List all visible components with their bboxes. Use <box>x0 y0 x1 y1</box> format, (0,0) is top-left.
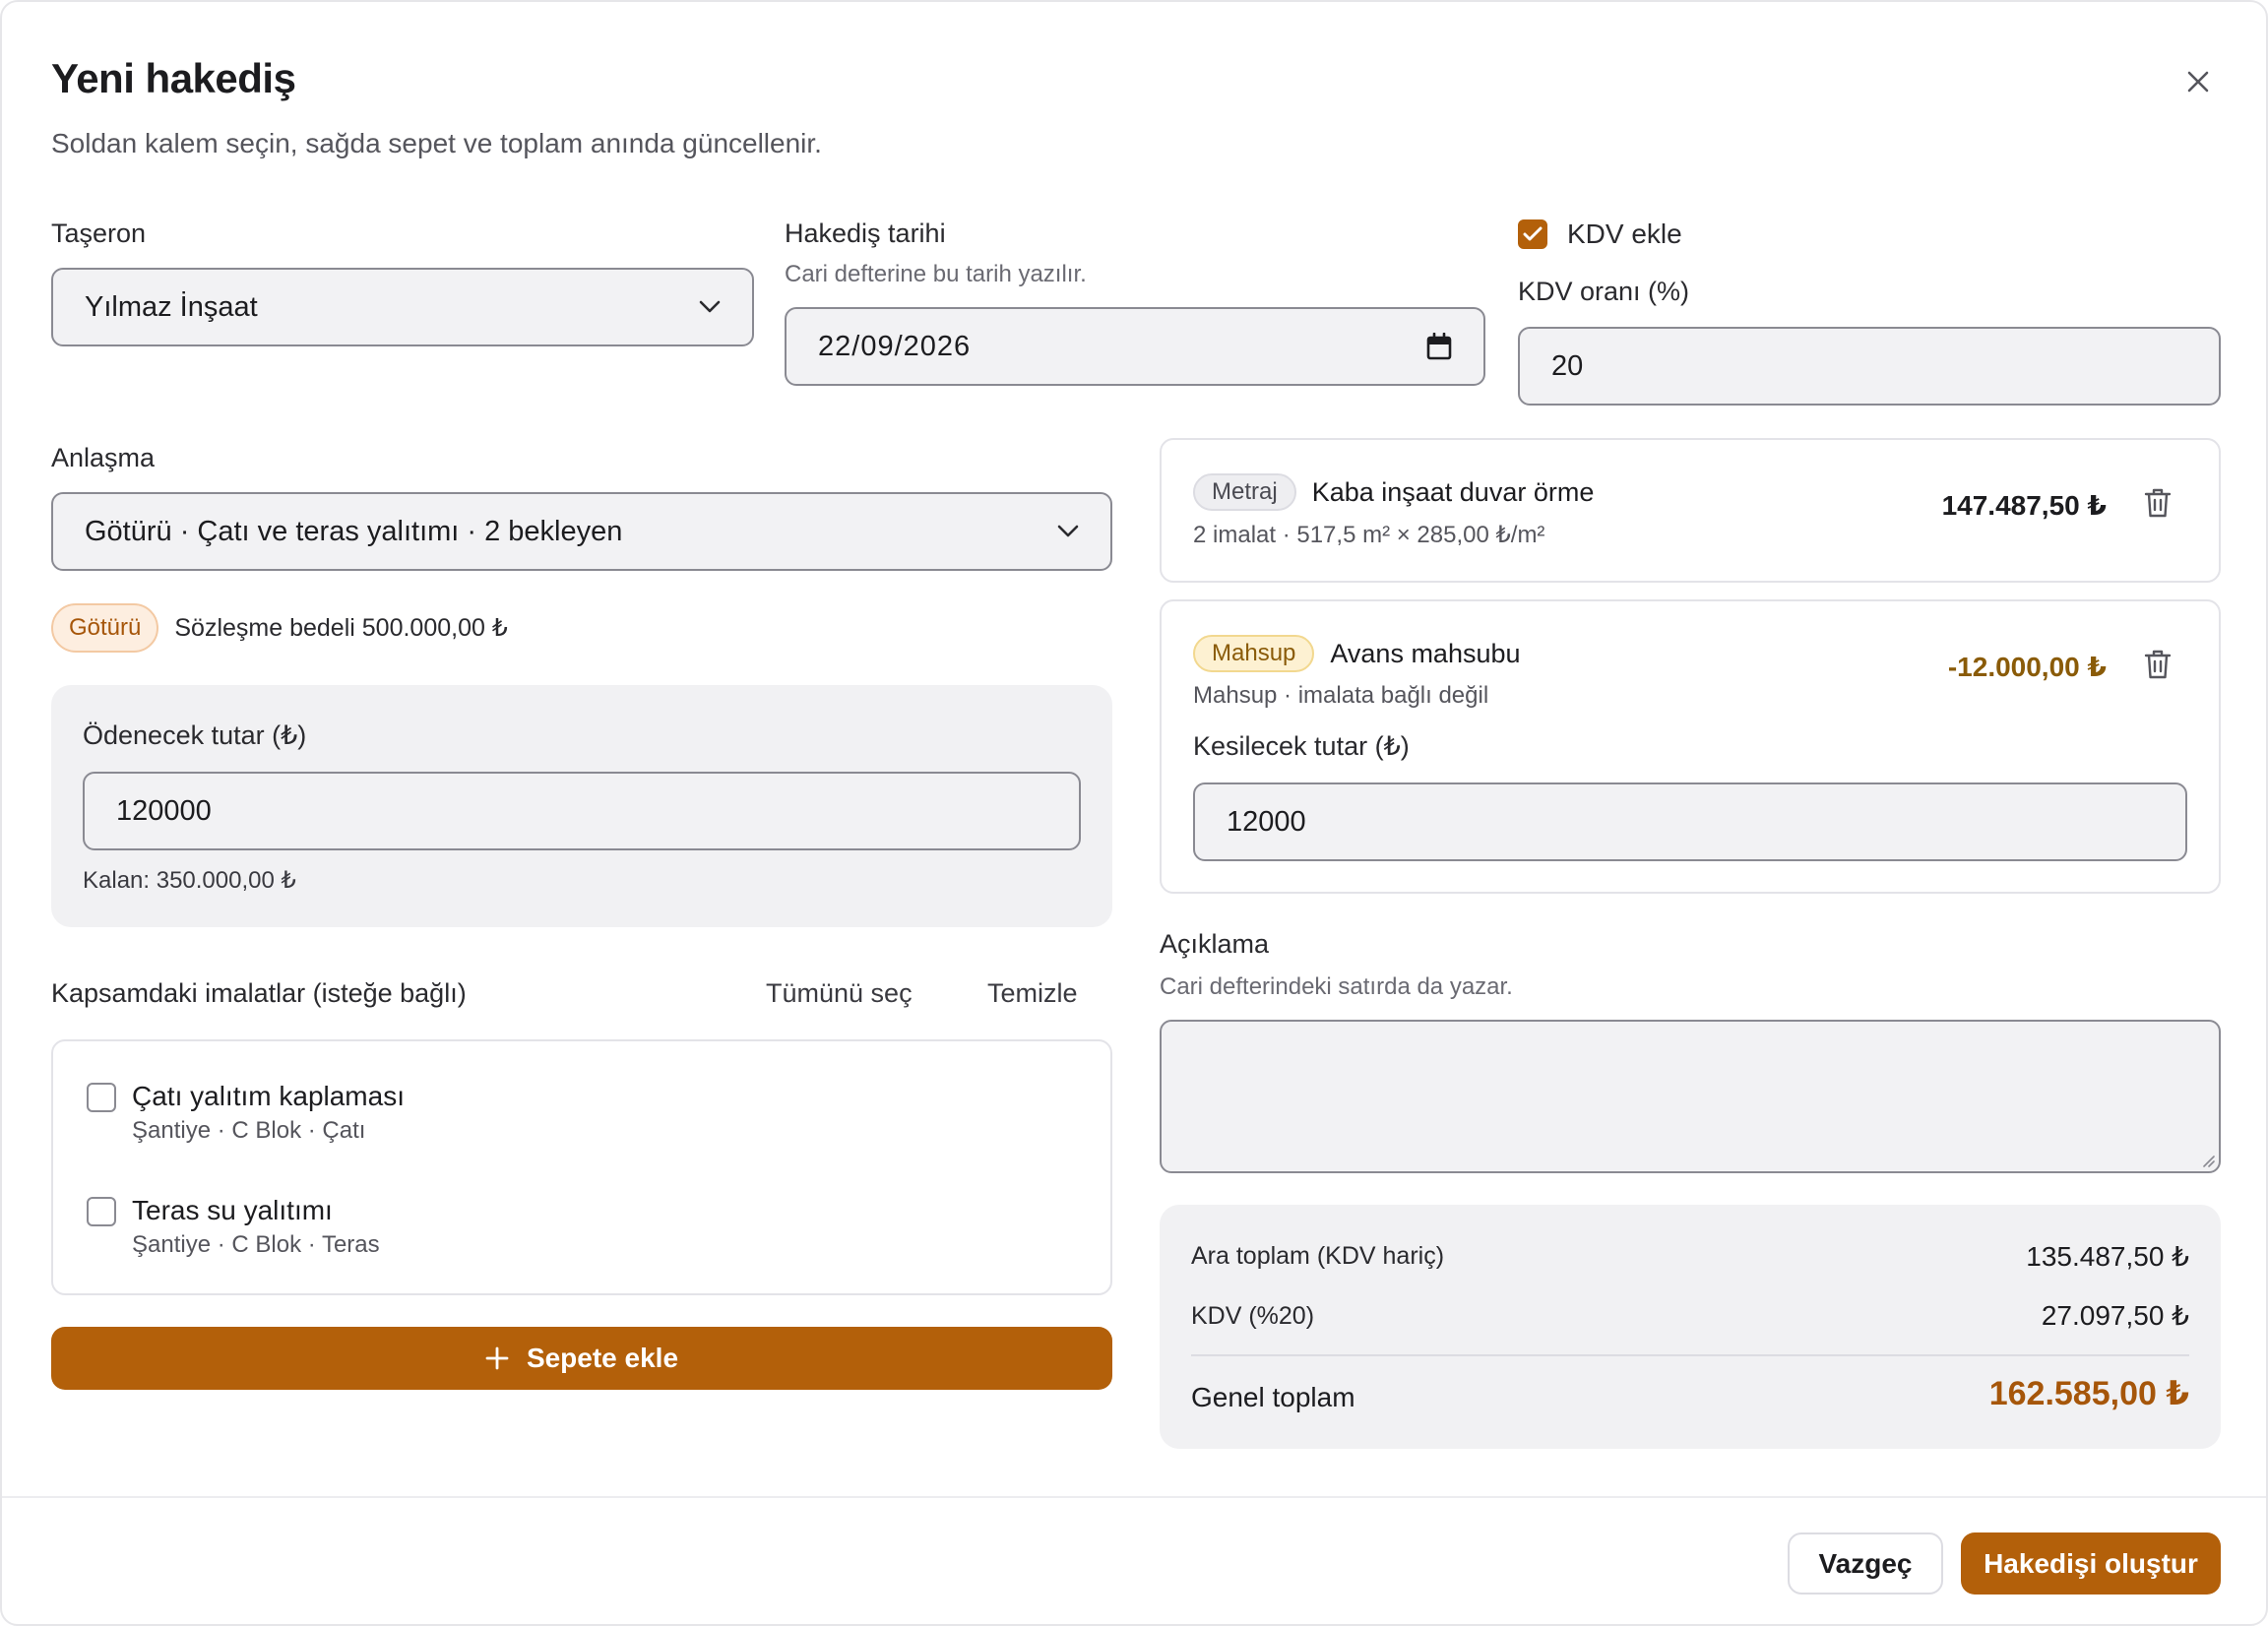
chevron-down-icon <box>1057 525 1079 537</box>
aciklama-label: Açıklama <box>1160 929 1270 959</box>
select-all-button[interactable]: Tümünü seç <box>766 976 913 1010</box>
cut-amount-value: 12000 <box>1227 805 1306 838</box>
taseron-value: Yılmaz İnşaat <box>85 290 258 323</box>
close-button[interactable] <box>2177 61 2219 102</box>
odenecek-label: Ödenecek tutar (₺) <box>83 720 307 750</box>
add-to-cart-label: Sepete ekle <box>526 1343 679 1373</box>
taseron-select[interactable]: Yılmaz İnşaat <box>51 268 754 346</box>
dialog-subtitle: Soldan kalem seçin, sağda sepet ve topla… <box>51 128 822 158</box>
anlasma-info: Götürü Sözleşme bedeli 500.000,00 ₺ <box>51 603 508 653</box>
subtotal-value: 135.487,50 ₺ <box>2026 1241 2189 1272</box>
odenecek-input[interactable]: 120000 <box>83 772 1081 850</box>
cart-item-title: Kaba inşaat duvar örme <box>1311 476 1595 507</box>
anlasma-label: Anlaşma <box>51 443 156 472</box>
payment-panel: Ödenecek tutar (₺) 120000 Kalan: 350.000… <box>51 685 1112 927</box>
anlasma-select[interactable]: Götürü · Çatı ve teras yalıtımı · 2 bekl… <box>51 492 1112 571</box>
kdv-checkbox[interactable] <box>1518 219 1547 249</box>
grand-total-value: 162.585,00 ₺ <box>1988 1375 2189 1412</box>
cut-amount-input[interactable]: 12000 <box>1193 782 2187 861</box>
cart-item-type-badge: Mahsup <box>1193 635 1315 672</box>
cart-item-detail: Mahsup · imalata bağlı değil <box>1193 682 1489 709</box>
kdv-rate-value: 20 <box>1551 349 1584 382</box>
imalatlar-title: Kapsamdaki imalatlar (isteğe bağlı) <box>51 978 467 1008</box>
aciklama-textarea[interactable] <box>1160 1020 2221 1173</box>
totals-panel: Ara toplam (KDV hariç) 135.487,50 ₺ KDV … <box>1160 1205 2221 1449</box>
list-item[interactable]: Çatı yalıtım kaplaması Şantiye · C Blok … <box>87 1079 405 1146</box>
checkmark-icon <box>1523 226 1543 241</box>
kdv-total-value: 27.097,50 ₺ <box>2041 1300 2189 1331</box>
create-hakedis-button[interactable]: Hakedişi oluştur <box>1961 1532 2221 1595</box>
kdv-rate-input[interactable]: 20 <box>1518 327 2221 406</box>
cart-item-amount: 147.487,50 ₺ <box>1941 490 2107 521</box>
imalat-checkbox[interactable] <box>87 1197 116 1226</box>
imalat-location: Şantiye · C Blok · Teras <box>132 1231 380 1258</box>
cart-item-detail: 2 imalat · 517,5 m² × 285,00 ₺/m² <box>1193 522 1545 548</box>
tarih-hint: Cari defterine bu tarih yazılır. <box>785 261 1087 287</box>
resize-handle-icon[interactable] <box>2199 1152 2215 1167</box>
anlasma-value: Götürü · Çatı ve teras yalıtımı · 2 bekl… <box>85 515 623 547</box>
add-to-cart-button[interactable]: Sepete ekle <box>51 1327 1112 1390</box>
cart-item: Mahsup Avans mahsubu Mahsup · imalata ba… <box>1160 599 2221 894</box>
cart-item-title: Avans mahsubu <box>1330 638 1521 668</box>
anlasma-type-badge: Götürü <box>51 603 159 653</box>
imalat-name: Çatı yalıtım kaplaması <box>132 1081 405 1111</box>
delete-button[interactable] <box>2144 487 2172 524</box>
imalat-location: Şantiye · C Blok · Çatı <box>132 1117 366 1144</box>
cart-item: Metraj Kaba inşaat duvar örme 2 imalat ·… <box>1160 438 2221 583</box>
delete-button[interactable] <box>2144 649 2172 685</box>
new-hakedis-dialog: Yeni hakediş Soldan kalem seçin, sağda s… <box>0 0 2268 1626</box>
totals-divider <box>1191 1354 2189 1356</box>
calendar-icon[interactable] <box>1426 333 1452 360</box>
footer-divider <box>2 1496 2266 1498</box>
kdv-rate-label: KDV oranı (%) <box>1518 277 1690 306</box>
taseron-label: Taşeron <box>51 219 147 248</box>
odenecek-value: 120000 <box>116 794 212 827</box>
contract-amount-text: Sözleşme bedeli 500.000,00 ₺ <box>174 614 508 642</box>
imalatlar-list: Çatı yalıtım kaplaması Şantiye · C Blok … <box>51 1039 1112 1295</box>
close-icon <box>2187 71 2209 93</box>
imalat-checkbox[interactable] <box>87 1083 116 1112</box>
cut-amount-label: Kesilecek tutar (₺) <box>1193 731 1410 761</box>
cancel-button[interactable]: Vazgeç <box>1788 1532 1943 1595</box>
imalat-name: Teras su yalıtımı <box>132 1195 333 1225</box>
dialog-title: Yeni hakediş <box>51 55 296 101</box>
clear-button[interactable]: Temizle <box>987 976 1078 1010</box>
trash-icon <box>2144 650 2172 679</box>
grand-total-label: Genel toplam <box>1191 1382 1355 1412</box>
cart-item-type-badge: Metraj <box>1193 473 1296 511</box>
tarih-label: Hakediş tarihi <box>785 219 946 248</box>
cart-item-amount: -12.000,00 ₺ <box>1947 652 2107 682</box>
plus-icon <box>485 1346 509 1370</box>
remaining-amount: Kalan: 350.000,00 ₺ <box>83 867 296 894</box>
trash-icon <box>2144 488 2172 518</box>
chevron-down-icon <box>699 300 721 313</box>
tarih-input[interactable]: 22/09/2026 <box>785 307 1485 386</box>
aciklama-hint: Cari defterindeki satırda da yazar. <box>1160 973 1513 1000</box>
kdv-checkbox-label: KDV ekle <box>1567 219 1682 249</box>
tarih-value: 22/09/2026 <box>818 330 972 362</box>
kdv-total-label: KDV (%20) <box>1191 1302 1315 1330</box>
subtotal-label: Ara toplam (KDV hariç) <box>1191 1242 1445 1270</box>
list-item[interactable]: Teras su yalıtımı Şantiye · C Blok · Ter… <box>87 1193 380 1260</box>
